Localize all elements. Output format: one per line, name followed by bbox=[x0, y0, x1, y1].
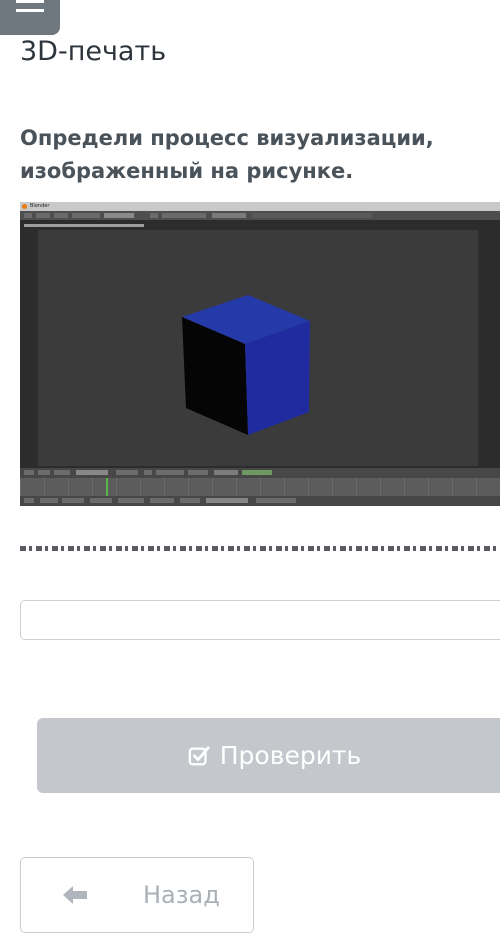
frame-cursor bbox=[106, 478, 108, 496]
blender-logo-icon bbox=[22, 204, 27, 209]
blender-screenshot: Blender bbox=[20, 202, 500, 506]
question-text: Определи процесс визуализации, изображен… bbox=[20, 126, 434, 183]
check-button[interactable]: Проверить bbox=[37, 718, 500, 793]
render-viewport bbox=[38, 230, 478, 466]
obscured-text-line bbox=[20, 546, 500, 551]
blender-title-bar: Blender bbox=[20, 202, 500, 211]
checkbox-check-icon bbox=[188, 745, 210, 765]
check-button-label: Проверить bbox=[219, 741, 362, 770]
blender-menu-bar bbox=[20, 211, 500, 220]
back-button[interactable]: Назад bbox=[20, 857, 254, 933]
menu-button[interactable] bbox=[0, 0, 60, 35]
render-info-text bbox=[24, 222, 144, 227]
arrow-left-icon bbox=[63, 886, 87, 904]
blender-window-title: Blender bbox=[30, 203, 50, 209]
hamburger-menu-icon bbox=[16, 0, 44, 3]
section-title: 3D-печать bbox=[20, 36, 167, 67]
blender-timeline-header bbox=[20, 468, 500, 478]
rendered-cube bbox=[182, 295, 310, 435]
answer-input[interactable] bbox=[20, 600, 500, 640]
blender-bottom-bar bbox=[20, 496, 500, 506]
back-button-label: Назад bbox=[143, 881, 220, 909]
blender-timeline-ruler bbox=[20, 478, 500, 496]
